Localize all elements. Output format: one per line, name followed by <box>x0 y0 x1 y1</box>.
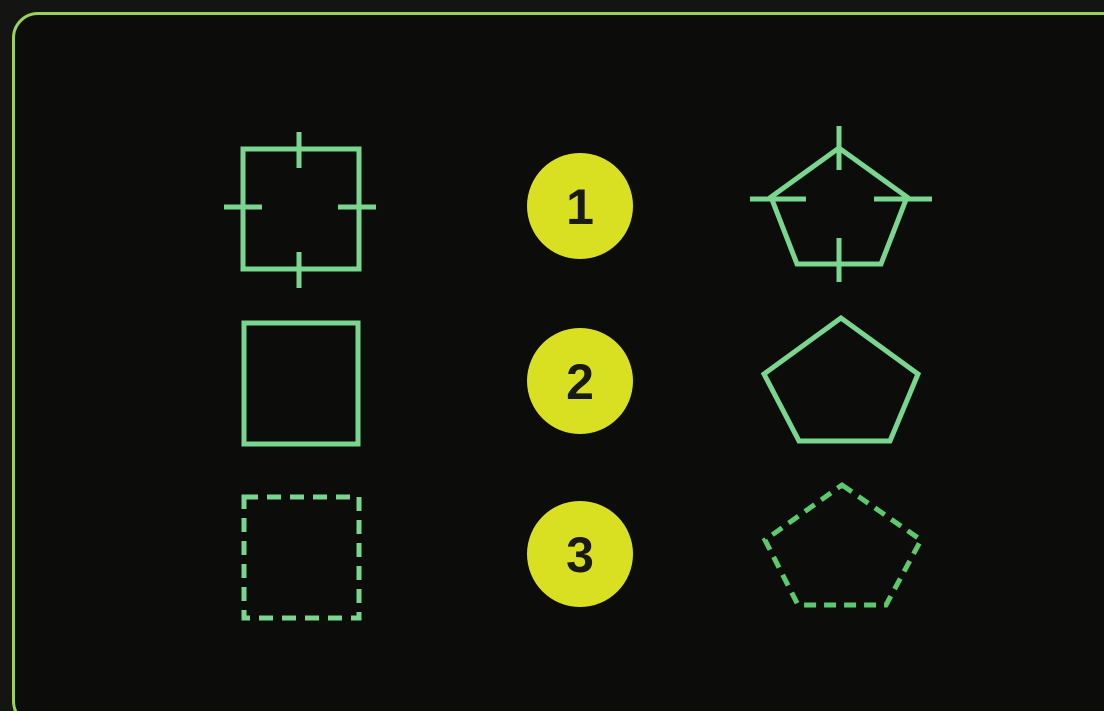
badge-2-label: 2 <box>566 354 594 410</box>
square-with-markers-icon <box>224 132 376 288</box>
pentagon-dashed-icon <box>761 481 925 608</box>
pentagon-with-markers-icon <box>750 126 932 282</box>
display-screen: 1 2 3 <box>0 0 1104 711</box>
square-dashed-icon <box>241 494 362 621</box>
badge-3: 3 <box>527 501 633 607</box>
badge-3-label: 3 <box>566 527 594 583</box>
square-solid-icon <box>241 320 361 447</box>
pentagon-solid-icon <box>760 314 922 444</box>
option-row-2: 2 <box>241 314 922 447</box>
badge-1: 1 <box>527 153 633 259</box>
badge-1-label: 1 <box>566 179 594 235</box>
option-row-3: 3 <box>241 481 925 621</box>
option-row-1: 1 <box>224 126 932 288</box>
badge-2: 2 <box>527 328 633 434</box>
options-diagram: 1 2 3 <box>224 126 932 621</box>
